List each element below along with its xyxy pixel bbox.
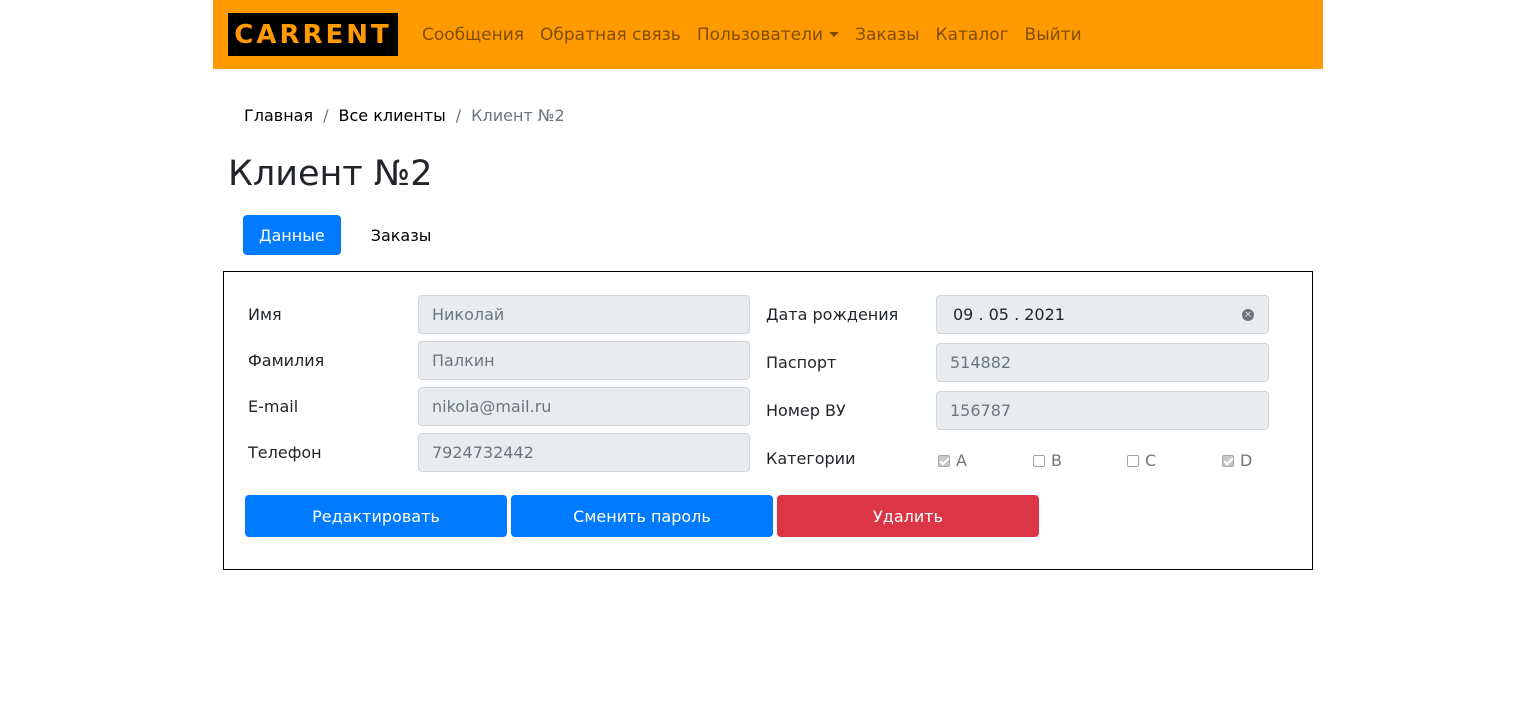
breadcrumb: Главная / Все клиенты / Клиент №2 xyxy=(244,106,565,125)
category-label: B xyxy=(1051,451,1062,470)
category-label: A xyxy=(956,451,967,470)
breadcrumb-home[interactable]: Главная xyxy=(244,106,313,125)
first-name-field[interactable]: Николай xyxy=(418,295,750,334)
category-label: C xyxy=(1145,451,1157,470)
caret-down-icon xyxy=(829,32,840,37)
birth-date-value: 09 . 05 . 2021 xyxy=(953,305,1065,324)
license-field[interactable]: 156787 xyxy=(936,391,1269,430)
phone-field[interactable]: 7924732442 xyxy=(418,433,750,472)
category-a[interactable]: A xyxy=(938,451,967,470)
delete-button[interactable]: Удалить xyxy=(777,495,1039,537)
birth-date-label: Дата рождения xyxy=(766,305,899,324)
last-name-label: Фамилия xyxy=(248,351,325,370)
license-label: Номер ВУ xyxy=(766,401,846,420)
edit-button[interactable]: Редактировать xyxy=(245,495,507,537)
nav-link-logout[interactable]: Выйти xyxy=(1017,25,1090,45)
tab-orders[interactable]: Заказы xyxy=(355,215,448,255)
nav-link-messages[interactable]: Сообщения xyxy=(414,25,532,45)
birth-date-field[interactable]: 09 . 05 . 2021 × xyxy=(936,295,1269,334)
first-name-label: Имя xyxy=(248,305,282,324)
logo[interactable]: CARRENT xyxy=(228,13,398,56)
clear-date-icon[interactable]: × xyxy=(1242,308,1254,321)
change-password-button[interactable]: Сменить пароль xyxy=(511,495,773,537)
category-d[interactable]: D xyxy=(1222,451,1252,470)
phone-label: Телефон xyxy=(248,443,322,462)
nav-dropdown-users[interactable]: Пользователи xyxy=(689,25,847,45)
nav-link-orders[interactable]: Заказы xyxy=(847,25,927,45)
breadcrumb-separator: / xyxy=(455,106,462,125)
page-title: Клиент №2 xyxy=(228,154,433,194)
checkbox-checked-icon[interactable] xyxy=(938,454,950,467)
checkbox-icon[interactable] xyxy=(1127,454,1139,467)
breadcrumb-all-clients[interactable]: Все клиенты xyxy=(339,106,446,125)
client-card: Имя Николай Фамилия Палкин E-mail nikola… xyxy=(223,271,1313,570)
email-label: E-mail xyxy=(248,397,299,416)
nav-links: Сообщения Обратная связь Пользователи За… xyxy=(414,25,1090,45)
nav-link-catalog[interactable]: Каталог xyxy=(928,25,1017,45)
tabs: Данные Заказы xyxy=(243,215,447,255)
category-label: D xyxy=(1240,451,1253,470)
passport-field[interactable]: 514882 xyxy=(936,343,1269,382)
checkbox-icon[interactable] xyxy=(1033,454,1045,467)
nav-link-users-label: Пользователи xyxy=(696,24,824,45)
breadcrumb-current: Клиент №2 xyxy=(471,106,565,125)
email-field[interactable]: nikola@mail.ru xyxy=(418,387,750,426)
breadcrumb-separator: / xyxy=(323,106,329,125)
tab-data[interactable]: Данные xyxy=(243,215,341,255)
navbar: CARRENT Сообщения Обратная связь Пользов… xyxy=(213,0,1323,69)
nav-link-feedback[interactable]: Обратная связь xyxy=(532,25,689,45)
category-b[interactable]: B xyxy=(1033,451,1062,470)
passport-label: Паспорт xyxy=(766,353,837,372)
category-c[interactable]: C xyxy=(1127,451,1156,470)
categories-label: Категории xyxy=(766,449,856,468)
checkbox-checked-icon[interactable] xyxy=(1222,454,1234,467)
last-name-field[interactable]: Палкин xyxy=(418,341,750,380)
